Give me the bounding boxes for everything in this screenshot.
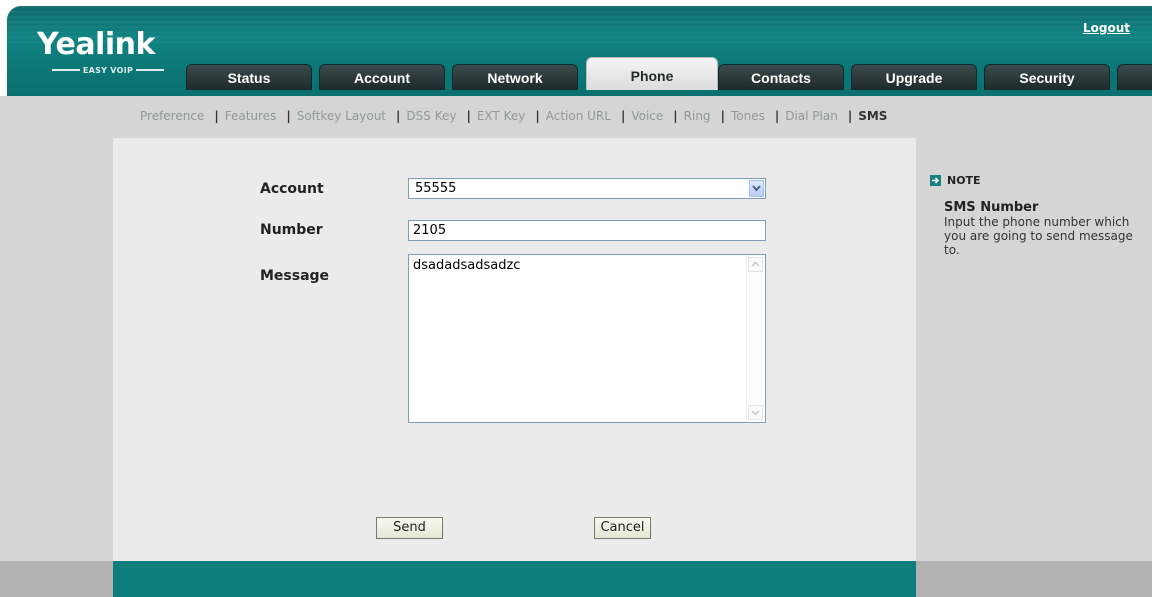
yealink-logo: Yealink xyxy=(37,27,155,62)
subnav-sms[interactable]: SMS xyxy=(858,109,887,123)
chevron-down-icon[interactable] xyxy=(749,180,764,197)
scroll-up-icon[interactable] xyxy=(748,257,763,272)
note-title: SMS Number xyxy=(944,200,1039,215)
sub-navigation: Preference | Features | Softkey Layout | DSS K… xyxy=(0,96,1152,138)
note-heading-text: NOTE xyxy=(947,174,981,187)
subnav-separator: | xyxy=(620,109,626,123)
message-scrollbar[interactable] xyxy=(746,256,764,421)
subnav-softkey-layout[interactable]: Softkey Layout xyxy=(297,109,386,123)
footer-left xyxy=(0,561,113,597)
tab-upgrade[interactable]: Upgrade xyxy=(851,64,977,90)
subnav-separator: | xyxy=(847,109,853,123)
tab-overflow[interactable] xyxy=(1117,64,1152,90)
header-bar: Yealink EASY VOIP Logout xyxy=(7,6,1152,96)
account-label: Account xyxy=(260,181,324,197)
subnav-dss-key[interactable]: DSS Key xyxy=(406,109,456,123)
note-description: Input the phone number which you are goi… xyxy=(944,215,1133,257)
header-texture xyxy=(7,6,1152,46)
tab-security[interactable]: Security xyxy=(984,64,1110,90)
subnav-separator: | xyxy=(774,109,780,123)
note-arrow-icon xyxy=(930,175,941,186)
tab-phone[interactable]: Phone xyxy=(586,57,718,90)
message-textarea[interactable]: dsadadsadsadzc xyxy=(408,254,766,423)
message-label: Message xyxy=(260,268,330,284)
subnav-separator: | xyxy=(535,109,540,123)
tagline-text: EASY VOIP xyxy=(82,65,134,75)
subnav-dial-plan[interactable]: Dial Plan xyxy=(785,109,838,123)
tab-status[interactable]: Status xyxy=(186,64,312,90)
tab-contacts[interactable]: Contacts xyxy=(718,64,844,90)
subnav-ring[interactable]: Ring xyxy=(684,109,711,123)
footer-right xyxy=(916,561,1152,597)
tab-account[interactable]: Account xyxy=(319,64,445,90)
logout-link[interactable]: Logout xyxy=(1083,21,1130,35)
subnav-separator: | xyxy=(286,109,291,123)
number-input[interactable]: 2105 xyxy=(408,220,766,241)
tagline-line-left xyxy=(52,69,80,71)
subnav-separator: | xyxy=(720,109,725,123)
subnav-voice[interactable]: Voice xyxy=(631,109,663,123)
account-select[interactable]: 55555 xyxy=(408,178,766,199)
subnav-separator: | xyxy=(214,109,219,123)
subnav-tones[interactable]: Tones xyxy=(731,109,765,123)
subnav-features[interactable]: Features xyxy=(225,109,277,123)
scroll-down-icon[interactable] xyxy=(748,405,763,420)
logo-tagline: EASY VOIP xyxy=(52,65,165,75)
left-margin-panel xyxy=(0,138,113,597)
cancel-button[interactable]: Cancel xyxy=(594,517,651,539)
subnav-ext-key[interactable]: EXT Key xyxy=(477,109,526,123)
subnav-separator: | xyxy=(396,109,401,123)
send-button[interactable]: Send xyxy=(376,517,443,539)
subnav-separator: | xyxy=(466,109,471,123)
tab-network[interactable]: Network xyxy=(452,64,578,90)
account-select-value: 55555 xyxy=(415,181,457,196)
subnav-preference[interactable]: Preference xyxy=(140,109,204,123)
number-label: Number xyxy=(260,222,323,238)
footer-bar xyxy=(113,561,916,597)
subnav-separator: | xyxy=(673,109,678,123)
message-text: dsadadsadsadzc xyxy=(413,258,521,273)
note-heading: NOTE xyxy=(930,174,981,187)
subnav-action-url[interactable]: Action URL xyxy=(546,109,611,123)
tagline-line-right xyxy=(136,69,165,71)
